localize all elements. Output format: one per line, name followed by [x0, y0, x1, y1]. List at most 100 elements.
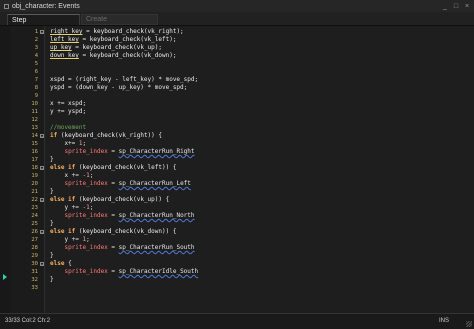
code-line[interactable]: 5: [35, 60, 474, 68]
code-line[interactable]: 11 y += yspd;: [31, 108, 474, 116]
line-number: 23: [31, 205, 38, 211]
fold-toggle-icon[interactable]: −: [40, 198, 44, 203]
fold-toggle-icon[interactable]: −: [40, 30, 44, 35]
line-number: 18: [31, 165, 38, 171]
code-text: sprite_index = sp_CharacterRun_North: [64, 212, 195, 219]
tab-step[interactable]: Step: [7, 14, 80, 25]
line-number: 24: [31, 213, 38, 219]
code-line[interactable]: 20 sprite_index = sp_CharacterRun_Left: [31, 180, 474, 188]
tab-create[interactable]: Create: [81, 14, 158, 25]
code-text: }: [50, 220, 54, 227]
line-number: 31: [31, 269, 38, 275]
minimize-button[interactable]: _: [440, 0, 450, 12]
code-text: up_key = keyboard_check(vk_up);: [50, 44, 163, 51]
code-area[interactable]: 1− right_key = keyboard_check(vk_right); 2…: [31, 26, 474, 313]
code-text: xspd = (right_key - left_key) * move_spd…: [50, 76, 199, 83]
code-text: x += xspd;: [50, 100, 87, 107]
line-number: 2: [34, 37, 38, 43]
line-number: 15: [31, 141, 38, 147]
code-text: else if (keyboard_check(vk_up)) {: [50, 196, 170, 203]
fold-toggle-icon[interactable]: −: [40, 230, 44, 235]
fold-toggle-icon[interactable]: −: [40, 134, 44, 139]
code-line[interactable]: 13 //movement: [31, 124, 474, 132]
code-line[interactable]: 7 xspd = (right_key - left_key) * move_sp…: [35, 76, 474, 84]
code-line[interactable]: 17}: [31, 156, 474, 164]
line-number: 29: [31, 253, 38, 259]
maximize-button[interactable]: □: [451, 0, 461, 12]
line-number: 6: [34, 69, 38, 75]
code-line[interactable]: 19 x += -1;: [31, 172, 474, 180]
code-line[interactable]: 2 left_key = keyboard_check(vk_left);: [35, 36, 474, 44]
code-text: sprite_index = sp_CharacterRun_South: [64, 244, 195, 251]
code-line[interactable]: 27 y += 1;: [31, 236, 474, 244]
window-titlebar: obj_character: Events _ □ ×: [0, 0, 474, 12]
code-text: right_key = keyboard_check(vk_right);: [50, 28, 184, 35]
code-line[interactable]: 6: [35, 68, 474, 76]
current-line-marker-icon: [3, 274, 7, 280]
line-number: 9: [34, 93, 38, 99]
code-line[interactable]: 26− else if (keyboard_check(vk_down)) {: [31, 228, 474, 236]
code-line[interactable]: 8 yspd = (down_key - up_key) * move_spd;: [35, 84, 474, 92]
code-line[interactable]: 18− else if (keyboard_check(vk_left)) {: [31, 164, 474, 172]
code-text: }: [50, 252, 54, 259]
code-text: x+= 1;: [50, 140, 87, 147]
code-line[interactable]: 24 sprite_index = sp_CharacterRun_North: [31, 212, 474, 220]
close-button[interactable]: ×: [462, 0, 472, 12]
line-number: 13: [31, 125, 38, 131]
code-line[interactable]: 1− right_key = keyboard_check(vk_right);: [35, 28, 474, 36]
code-text: else if (keyboard_check(vk_left)) {: [50, 164, 177, 171]
code-line[interactable]: 31 sprite_index = sp_CharacterIdle_South: [31, 268, 474, 276]
code-text: sprite_index = sp_CharacterRun_Left: [64, 180, 191, 187]
code-text: }: [50, 188, 54, 195]
code-text: else if (keyboard_check(vk_down)) {: [50, 228, 177, 235]
line-number: 19: [31, 173, 38, 179]
code-line[interactable]: 21}: [31, 188, 474, 196]
editor-margin: [0, 26, 10, 313]
code-text: y += -1;: [50, 204, 94, 211]
code-line[interactable]: 28 sprite_index = sp_CharacterRun_South: [31, 244, 474, 252]
code-line[interactable]: 33: [31, 284, 474, 292]
line-number: 22: [31, 197, 38, 203]
fold-toggle-icon[interactable]: −: [40, 166, 44, 171]
line-number: 11: [31, 109, 38, 115]
code-text: sprite_index = sp_CharacterRun_Right: [64, 148, 195, 155]
code-text: left_key = keyboard_check(vk_left);: [50, 36, 177, 43]
line-number: 21: [31, 189, 38, 195]
line-number: 28: [31, 245, 38, 251]
line-number: 4: [34, 53, 38, 59]
code-line[interactable]: 22− else if (keyboard_check(vk_up)) {: [31, 196, 474, 204]
line-number: 16: [31, 149, 38, 155]
line-number: 1: [34, 29, 38, 35]
line-number: 25: [31, 221, 38, 227]
code-line[interactable]: 14− if (keyboard_check(vk_right)) {: [31, 132, 474, 140]
code-line[interactable]: 32}: [31, 276, 474, 284]
fold-toggle-icon[interactable]: −: [40, 262, 44, 267]
resize-grip-icon[interactable]: [466, 321, 472, 327]
code-text: if (keyboard_check(vk_right)) {: [50, 132, 163, 139]
line-number: 32: [31, 277, 38, 283]
code-line[interactable]: 25}: [31, 220, 474, 228]
code-line[interactable]: 12: [31, 116, 474, 124]
code-line[interactable]: 15 x+= 1;: [31, 140, 474, 148]
code-text: y += yspd;: [50, 108, 87, 115]
code-line[interactable]: 3 up_key = keyboard_check(vk_up);: [35, 44, 474, 52]
line-number: 5: [34, 61, 38, 67]
code-line[interactable]: 23 y += -1;: [31, 204, 474, 212]
code-line[interactable]: 10 x += xspd;: [31, 100, 474, 108]
code-line[interactable]: 30− else {: [31, 260, 474, 268]
line-number: 33: [31, 285, 38, 291]
code-line[interactable]: 29}: [31, 252, 474, 260]
line-number: 26: [31, 229, 38, 235]
line-number: 17: [31, 157, 38, 163]
code-text: sprite_index = sp_CharacterIdle_South: [64, 268, 199, 275]
window-title: obj_character: Events: [12, 2, 80, 10]
code-text: else {: [50, 260, 72, 267]
line-number: 3: [34, 45, 38, 51]
line-number: 14: [31, 133, 38, 139]
line-number: 30: [31, 261, 38, 267]
event-tabs: Step Create: [0, 12, 474, 26]
code-line[interactable]: 16 sprite_index = sp_CharacterRun_Right: [31, 148, 474, 156]
code-line[interactable]: 4 down_key = keyboard_check(vk_down);: [35, 52, 474, 60]
code-line[interactable]: 9: [35, 92, 474, 100]
cursor-position: 33/33 Col:2 Ch:2: [5, 318, 51, 324]
